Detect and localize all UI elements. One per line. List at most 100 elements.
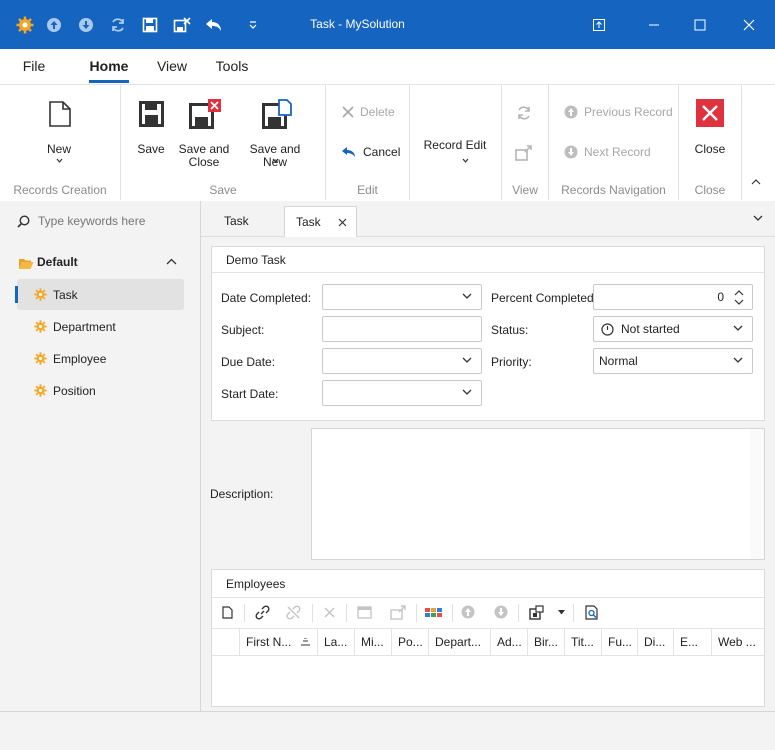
- spin-buttons-icon[interactable]: [734, 289, 744, 306]
- maximize-icon[interactable]: [688, 14, 712, 36]
- chevron-up-icon[interactable]: [166, 258, 177, 265]
- column-header-display-name[interactable]: Di...: [638, 628, 674, 655]
- grid-indicator-column: [212, 628, 240, 655]
- tab-tools[interactable]: Tools: [210, 49, 254, 84]
- description-scrollbar[interactable]: [750, 429, 764, 559]
- tab-view[interactable]: View: [150, 49, 194, 84]
- description-field[interactable]: [311, 428, 765, 560]
- priority-field[interactable]: Normal: [593, 348, 753, 374]
- sidebar-item-department[interactable]: Department: [17, 311, 184, 342]
- percent-completed-value: 0: [717, 290, 724, 304]
- status-field[interactable]: Not started: [593, 316, 753, 342]
- column-chooser-icon[interactable]: [425, 608, 442, 618]
- column-header-label: La...: [324, 634, 348, 649]
- save-and-new-label: Save and New: [249, 142, 301, 169]
- chevron-down-icon: [733, 357, 743, 363]
- save-and-new-button[interactable]: Save and New: [238, 97, 312, 169]
- close-button[interactable]: Close: [688, 97, 732, 157]
- link-icon[interactable]: [255, 605, 270, 620]
- clock-icon: [601, 322, 614, 336]
- column-header-last-name[interactable]: La...: [318, 628, 355, 655]
- collapse-ribbon-icon[interactable]: [751, 178, 761, 185]
- open-object-icon[interactable]: [390, 605, 407, 620]
- chevron-down-icon[interactable]: [558, 610, 565, 615]
- column-header-label: Depart...: [435, 634, 482, 649]
- column-header-position[interactable]: Po...: [392, 628, 429, 655]
- column-header-middle-name[interactable]: Mi...: [355, 628, 392, 655]
- column-header-birthday[interactable]: Bir...: [528, 628, 565, 655]
- sidebar-item-employee[interactable]: Employee: [17, 343, 184, 374]
- column-header-title[interactable]: Tit...: [565, 628, 602, 655]
- tab-label: Task: [296, 215, 321, 229]
- unlink-icon[interactable]: [286, 605, 301, 620]
- ribbon-separator: [409, 85, 410, 200]
- tab-task-active[interactable]: Task: [284, 206, 357, 237]
- toolbar-separator: [416, 604, 417, 622]
- tab-file[interactable]: File: [14, 49, 54, 84]
- column-header-address[interactable]: Ad...: [491, 628, 528, 655]
- close-group-label: Close: [694, 183, 726, 197]
- start-date-field[interactable]: [322, 380, 482, 406]
- save-label: Save: [137, 142, 165, 156]
- sidebar-item-task[interactable]: Task: [15, 279, 184, 310]
- sidebar-item-position[interactable]: Position: [17, 375, 184, 406]
- column-header-label: Bir...: [534, 634, 559, 649]
- arrow-up-circle-icon[interactable]: [461, 605, 475, 619]
- date-completed-label: Date Completed:: [221, 291, 312, 305]
- toolbar-separator: [244, 604, 245, 622]
- menu-bar: File Home View Tools: [0, 49, 775, 84]
- gear-icon: [34, 384, 47, 397]
- new-icon[interactable]: [222, 606, 233, 619]
- column-header-full-name[interactable]: Fu...: [602, 628, 638, 655]
- new-window-icon[interactable]: [357, 606, 372, 619]
- date-completed-field[interactable]: [322, 284, 482, 310]
- due-date-field[interactable]: [322, 348, 482, 374]
- pin-icon[interactable]: [587, 14, 611, 36]
- save-button[interactable]: Save: [131, 97, 171, 157]
- save-and-close-button[interactable]: Save and Close: [175, 97, 233, 169]
- employees-group: Employees First N... La... Mi... Po... D…: [211, 569, 765, 707]
- status-value: Not started: [621, 322, 680, 336]
- close-tab-icon[interactable]: [338, 218, 347, 227]
- column-header-label: Web ...: [718, 634, 756, 649]
- search-input[interactable]: [36, 210, 190, 232]
- cancel-button[interactable]: Cancel: [341, 145, 400, 159]
- column-header-email[interactable]: E...: [674, 628, 712, 655]
- column-header-first-name[interactable]: First N...: [240, 628, 318, 655]
- refresh-icon[interactable]: [516, 105, 532, 121]
- column-header-label: Tit...: [571, 634, 594, 649]
- minimize-icon[interactable]: [642, 14, 666, 36]
- column-header-department[interactable]: Depart...: [429, 628, 491, 655]
- subject-field[interactable]: [322, 316, 482, 342]
- delete-icon[interactable]: [324, 607, 335, 618]
- tab-task[interactable]: Task: [211, 206, 281, 236]
- record-edit-button[interactable]: Record Edit: [420, 139, 490, 169]
- tab-home[interactable]: Home: [83, 49, 135, 84]
- arrow-down-circle-icon[interactable]: [494, 605, 508, 619]
- column-header-web-page[interactable]: Web ...: [712, 628, 764, 655]
- export-icon[interactable]: [529, 605, 544, 620]
- close-window-icon[interactable]: [737, 14, 761, 36]
- new-button[interactable]: New: [14, 97, 104, 169]
- ribbon: New Records Creation Save Save and Close…: [0, 84, 775, 202]
- chevron-down-icon: [462, 293, 472, 299]
- arrow-up-circle-icon: [564, 105, 578, 119]
- tabs-dropdown-icon[interactable]: [753, 215, 763, 222]
- column-header-label: Fu...: [608, 634, 633, 649]
- tab-label: Task: [224, 214, 249, 228]
- column-header-label: E...: [680, 634, 699, 649]
- navigation-group-label[interactable]: Default: [37, 255, 78, 269]
- percent-completed-field[interactable]: 0: [593, 284, 753, 310]
- detail-view: Demo Task Date Completed: Subject: Due D…: [201, 237, 775, 711]
- sidebar-item-label: Position: [53, 383, 96, 398]
- employees-grid-body[interactable]: [212, 656, 764, 706]
- employees-grid-header: First N... La... Mi... Po... Depart... A…: [212, 628, 764, 656]
- previous-record-button[interactable]: Previous Record: [564, 105, 673, 119]
- print-preview-icon[interactable]: [585, 605, 599, 620]
- next-record-button[interactable]: Next Record: [564, 145, 651, 159]
- column-header-label: Di...: [644, 634, 666, 649]
- delete-button[interactable]: Delete: [342, 105, 395, 119]
- open-object-icon[interactable]: [515, 145, 533, 161]
- group-title: Employees: [226, 577, 286, 591]
- toolbar-separator: [452, 604, 453, 622]
